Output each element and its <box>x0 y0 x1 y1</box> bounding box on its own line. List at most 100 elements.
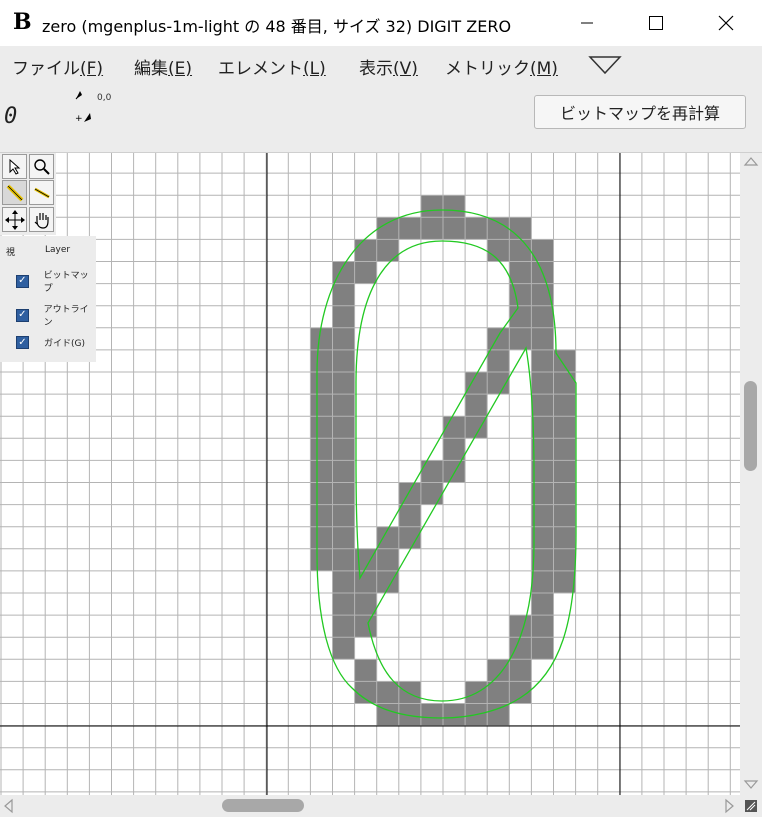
bitmap-pixel[interactable] <box>398 217 421 240</box>
bitmap-pixel[interactable] <box>531 349 554 372</box>
bitmap-pixel[interactable] <box>354 615 377 638</box>
minimize-button[interactable] <box>564 0 610 46</box>
bitmap-pixel[interactable] <box>509 239 532 262</box>
bitmap-pixel[interactable] <box>310 349 333 372</box>
bitmap-pixel[interactable] <box>443 217 466 240</box>
bitmap-pixel[interactable] <box>509 217 532 240</box>
bitmap-pixel[interactable] <box>531 482 554 505</box>
menu-edit[interactable]: 編集(E) <box>134 54 192 79</box>
bitmap-pixel[interactable] <box>310 526 333 549</box>
bitmap-pixel[interactable] <box>443 195 466 218</box>
layer-guide-checkbox[interactable]: ✓ <box>16 336 29 349</box>
bitmap-pixel[interactable] <box>332 548 355 571</box>
bitmap-pixel[interactable] <box>531 548 554 571</box>
scroll-right-icon[interactable] <box>725 798 735 814</box>
bitmap-pixel[interactable] <box>376 548 399 571</box>
bitmap-pixel[interactable] <box>531 593 554 616</box>
bitmap-pixel[interactable] <box>531 394 554 417</box>
vertical-scroll-thumb[interactable] <box>744 381 757 471</box>
resize-corner[interactable] <box>740 795 762 817</box>
bitmap-pixel[interactable] <box>376 239 399 262</box>
scroll-left-icon[interactable] <box>3 798 13 814</box>
bitmap-pixel[interactable] <box>420 460 443 483</box>
bitmap-pixel[interactable] <box>487 327 510 350</box>
pencil-tool[interactable] <box>2 180 27 205</box>
scroll-tool[interactable] <box>29 207 54 232</box>
bitmap-pixel[interactable] <box>487 239 510 262</box>
bitmap-pixel[interactable] <box>332 394 355 417</box>
bitmap-pixel[interactable] <box>332 637 355 660</box>
bitmap-canvas[interactable] <box>0 153 740 795</box>
vertical-scrollbar[interactable] <box>740 153 762 795</box>
bitmap-pixel[interactable] <box>398 482 421 505</box>
bitmap-pixel[interactable] <box>531 637 554 660</box>
bitmap-pixel[interactable] <box>332 526 355 549</box>
bitmap-pixel[interactable] <box>553 482 576 505</box>
bitmap-pixel[interactable] <box>310 394 333 417</box>
bitmap-pixel[interactable] <box>553 570 576 593</box>
horizontal-scroll-thumb[interactable] <box>222 799 304 812</box>
bitmap-pixel[interactable] <box>354 261 377 284</box>
bitmap-pixel[interactable] <box>332 482 355 505</box>
bitmap-pixel[interactable] <box>531 526 554 549</box>
bitmap-pixel[interactable] <box>332 570 355 593</box>
bitmap-pixel[interactable] <box>420 217 443 240</box>
bitmap-pixel[interactable] <box>332 305 355 328</box>
bitmap-pixel[interactable] <box>310 372 333 395</box>
bitmap-pixel[interactable] <box>531 570 554 593</box>
horizontal-scrollbar[interactable] <box>0 795 740 817</box>
menu-element[interactable]: エレメント(L) <box>218 54 326 79</box>
bitmap-pixel[interactable] <box>310 482 333 505</box>
bitmap-pixel[interactable] <box>354 570 377 593</box>
bitmap-pixel[interactable] <box>332 283 355 306</box>
triangle-down-icon[interactable] <box>588 55 622 75</box>
bitmap-pixel[interactable] <box>332 460 355 483</box>
layer-row-bitmap[interactable]: ✓ ビットマップ <box>16 268 96 294</box>
layer-outline-checkbox[interactable]: ✓ <box>16 308 29 322</box>
bitmap-pixel[interactable] <box>509 305 532 328</box>
bitmap-pixel[interactable] <box>531 615 554 638</box>
bitmap-pixel[interactable] <box>354 659 377 682</box>
maximize-button[interactable] <box>633 0 679 46</box>
layer-bitmap-checkbox[interactable]: ✓ <box>16 274 29 288</box>
bitmap-pixel[interactable] <box>354 239 377 262</box>
bitmap-pixel[interactable] <box>420 482 443 505</box>
bitmap-pixel[interactable] <box>310 504 333 527</box>
bitmap-pixel[interactable] <box>553 504 576 527</box>
close-button[interactable] <box>703 0 749 46</box>
bitmap-pixel[interactable] <box>420 195 443 218</box>
layer-row-outline[interactable]: ✓ アウトライン <box>16 302 96 328</box>
bitmap-pixel[interactable] <box>310 327 333 350</box>
menu-file[interactable]: ファイル(F) <box>12 54 103 79</box>
bitmap-pixel[interactable] <box>332 504 355 527</box>
line-tool[interactable] <box>29 180 54 205</box>
bitmap-pixel[interactable] <box>332 416 355 439</box>
menu-view[interactable]: 表示(V) <box>359 54 418 79</box>
bitmap-pixel[interactable] <box>509 637 532 660</box>
bitmap-pixel[interactable] <box>487 217 510 240</box>
bitmap-pixel[interactable] <box>332 349 355 372</box>
bitmap-pixel[interactable] <box>553 416 576 439</box>
bitmap-pixel[interactable] <box>420 703 443 726</box>
bitmap-pixel[interactable] <box>332 593 355 616</box>
bitmap-pixel[interactable] <box>376 217 399 240</box>
bitmap-pixel[interactable] <box>509 261 532 284</box>
bitmap-pixel[interactable] <box>487 659 510 682</box>
bitmap-pixel[interactable] <box>354 681 377 704</box>
bitmap-pixel[interactable] <box>509 283 532 306</box>
bitmap-pixel[interactable] <box>332 438 355 461</box>
menu-metrics[interactable]: メトリック(M) <box>445 54 558 79</box>
bitmap-pixel[interactable] <box>509 659 532 682</box>
bitmap-grid[interactable] <box>0 153 740 795</box>
bitmap-pixel[interactable] <box>509 327 532 350</box>
bitmap-pixel[interactable] <box>310 460 333 483</box>
bitmap-pixel[interactable] <box>553 526 576 549</box>
bitmap-pixel[interactable] <box>354 593 377 616</box>
bitmap-pixel[interactable] <box>332 372 355 395</box>
bitmap-pixel[interactable] <box>487 703 510 726</box>
bitmap-pixel[interactable] <box>398 681 421 704</box>
bitmap-pixel[interactable] <box>553 438 576 461</box>
bitmap-pixel[interactable] <box>398 504 421 527</box>
bitmap-pixel[interactable] <box>443 438 466 461</box>
scroll-down-icon[interactable] <box>743 780 759 790</box>
